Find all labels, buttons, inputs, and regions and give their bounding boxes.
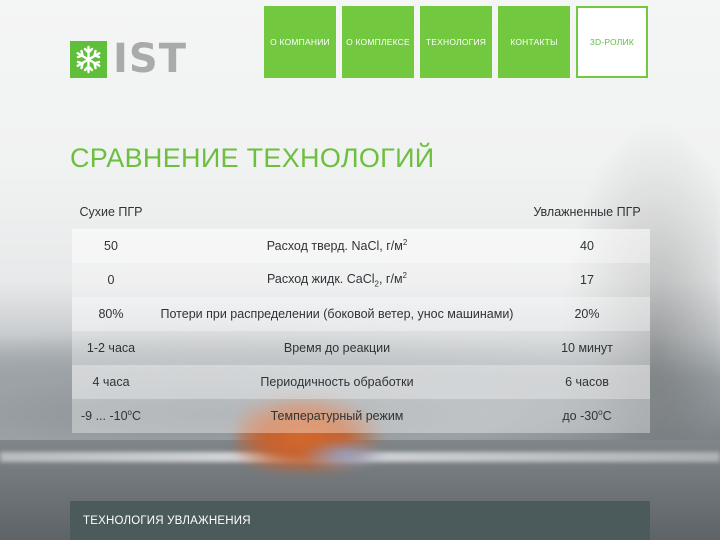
parameter-label: Периодичность обработки: [260, 375, 414, 389]
parameter-label: Расход жидк. CaCl2, г/м2: [267, 271, 407, 289]
table-row: -9 ... -10оС Температурный режим до -30о…: [72, 399, 650, 433]
table-row: 0 Расход жидк. CaCl2, г/м2 17: [72, 263, 650, 297]
wet-value: 40: [580, 239, 594, 253]
table-header-row: Сухие ПГР Увлажненные ПГР: [72, 195, 650, 229]
parameter-label: Время до реакции: [283, 341, 391, 355]
wet-value: 10 минут: [561, 341, 613, 355]
table-row: 50 Расход тверд. NaCl, г/м2 40: [72, 229, 650, 263]
dry-value: 4 часа: [92, 375, 130, 389]
humidification-tech-bar[interactable]: ТЕХНОЛОГИЯ УВЛАЖНЕНИЯ: [70, 501, 650, 540]
nav-item-3d-video[interactable]: 3D-РОЛИК: [576, 6, 648, 78]
dry-value: -9 ... -10оС: [80, 408, 142, 424]
snowflake-icon: [70, 40, 107, 78]
wet-value: до -30оС: [562, 408, 612, 424]
parameter-label: Температурный режим: [270, 409, 404, 423]
column-header-wet: Увлажненные ПГР: [533, 205, 641, 219]
column-header-dry: Сухие ПГР: [79, 205, 143, 219]
table-row: 1-2 часа Время до реакции 10 минут: [72, 331, 650, 365]
main-nav: О КОМПАНИИ О КОМПЛЕКСЕ ТЕХНОЛОГИЯ КОНТАК…: [264, 6, 648, 78]
wet-value: 6 часов: [565, 375, 609, 389]
nav-item-contacts[interactable]: КОНТАКТЫ: [498, 6, 570, 78]
logo-text: IST: [113, 36, 187, 82]
wet-value: 20%: [574, 307, 600, 321]
wet-value: 17: [580, 273, 594, 287]
page-title: СРАВНЕНИЕ ТЕХНОЛОГИЙ: [70, 143, 435, 173]
dry-value: 50: [104, 239, 118, 253]
table-row: 4 часа Периодичность обработки 6 часов: [72, 365, 650, 399]
dry-value: 0: [107, 273, 115, 287]
table-row: 80% Потери при распределении (боковой ве…: [72, 297, 650, 331]
comparison-table: Сухие ПГР Увлажненные ПГР 50 Расход твер…: [72, 195, 650, 433]
parameter-label: Расход тверд. NaCl, г/м2: [266, 238, 408, 254]
dry-value: 80%: [98, 307, 124, 321]
parameter-label: Потери при распределении (боковой ветер,…: [160, 307, 514, 321]
dry-value: 1-2 часа: [86, 341, 136, 355]
nav-item-technology[interactable]: ТЕХНОЛОГИЯ: [420, 6, 492, 78]
nav-item-about-complex[interactable]: О КОМПЛЕКСЕ: [342, 6, 414, 78]
nav-item-about-company[interactable]: О КОМПАНИИ: [264, 6, 336, 78]
site-logo[interactable]: IST: [70, 36, 187, 82]
